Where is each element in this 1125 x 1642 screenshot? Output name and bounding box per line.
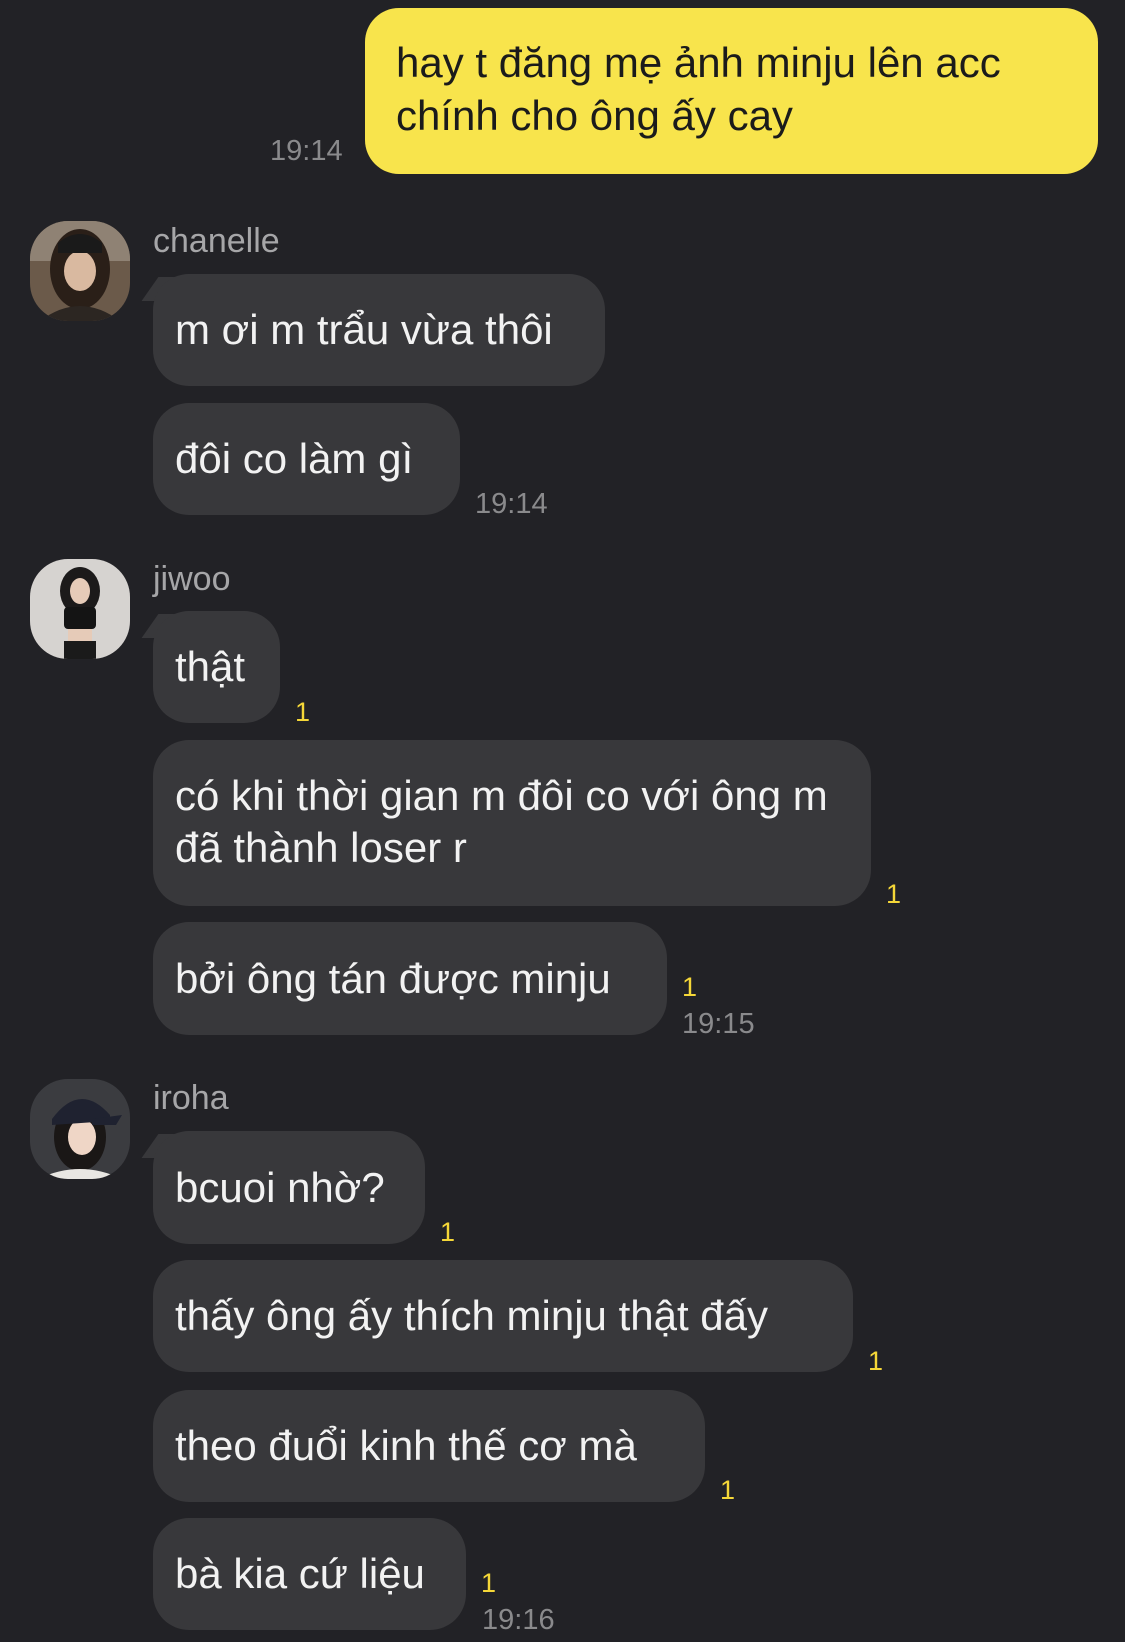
avatar[interactable]	[30, 1079, 130, 1179]
incoming-message-bubble[interactable]: theo đuổi kinh thế cơ mà	[153, 1390, 705, 1502]
unread-count: 1	[720, 1475, 736, 1505]
chat-thread[interactable]: hay t đăng mẹ ảnh minju lên acc chính ch…	[0, 0, 1125, 1642]
jiwoo-avatar-icon	[30, 559, 130, 659]
incoming-message-bubble[interactable]: bởi ông tán được minju	[153, 922, 667, 1035]
message-text: bà kia cứ liệu	[175, 1550, 425, 1597]
chanelle-avatar-icon	[30, 221, 130, 321]
message-text: thấy ông ấy thích minju thật đấy	[175, 1292, 769, 1339]
message-timestamp: 19:14	[270, 135, 343, 167]
unread-count: 1	[481, 1568, 497, 1598]
message-text: đôi co làm gì	[175, 435, 414, 482]
message-text: bởi ông tán được minju	[175, 954, 611, 1002]
incoming-message-bubble[interactable]: thật	[153, 611, 280, 723]
message-text: theo đuổi kinh thế cơ mà	[175, 1422, 637, 1469]
unread-count: 1	[868, 1346, 884, 1376]
unread-count: 1	[295, 697, 311, 727]
sender-name: jiwoo	[153, 560, 231, 598]
incoming-message-bubble[interactable]: bcuoi nhờ?	[153, 1131, 425, 1244]
incoming-message-bubble[interactable]: thấy ông ấy thích minju thật đấy	[153, 1260, 853, 1372]
unread-count: 1	[886, 879, 902, 909]
message-text: m ơi m trẩu vừa thôi	[175, 306, 553, 353]
message-text: thật	[175, 643, 246, 690]
message-text: bcuoi nhờ?	[175, 1163, 385, 1211]
avatar[interactable]	[30, 221, 130, 321]
iroha-avatar-icon	[30, 1079, 130, 1179]
incoming-message-bubble[interactable]: có khi thời gian m đôi co với ông m đã t…	[153, 740, 871, 906]
sender-name: chanelle	[153, 222, 280, 260]
incoming-message-bubble[interactable]: đôi co làm gì	[153, 403, 460, 515]
message-timestamp: 19:15	[682, 1008, 755, 1040]
sender-name: iroha	[153, 1079, 229, 1117]
unread-count: 1	[440, 1217, 456, 1247]
incoming-message-bubble[interactable]: m ơi m trẩu vừa thôi	[153, 274, 605, 386]
outgoing-message-bubble[interactable]: hay t đăng mẹ ảnh minju lên acc chính ch…	[365, 8, 1098, 174]
unread-count: 1	[682, 972, 698, 1002]
message-text: có khi thời gian m đôi co với ông m đã t…	[175, 772, 828, 871]
message-timestamp: 19:14	[475, 488, 548, 520]
message-timestamp: 19:16	[482, 1604, 555, 1636]
incoming-message-bubble[interactable]: bà kia cứ liệu	[153, 1518, 466, 1630]
avatar[interactable]	[30, 559, 130, 659]
outgoing-message-text: hay t đăng mẹ ảnh minju lên acc chính ch…	[396, 39, 1001, 139]
